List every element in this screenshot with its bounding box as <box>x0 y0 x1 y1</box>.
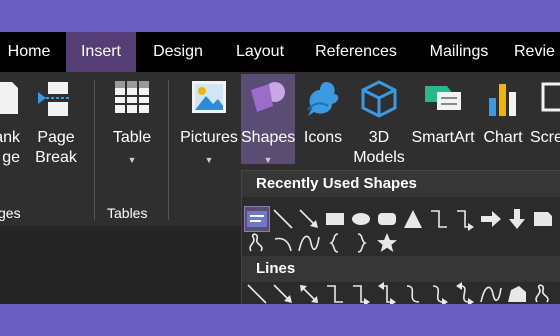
screenshot-icon <box>541 80 560 120</box>
tab-home[interactable]: Home <box>0 32 58 72</box>
tab-layout[interactable]: Layout <box>226 32 294 72</box>
smartart-button[interactable]: SmartArt <box>408 78 478 168</box>
group-separator <box>94 80 95 220</box>
tab-review[interactable]: Revie <box>514 32 560 72</box>
bar-chart-icon <box>487 80 519 122</box>
table-button[interactable]: Table ▼ <box>104 78 160 188</box>
tab-design[interactable]: Design <box>145 32 211 72</box>
blank-page-icon <box>0 80 18 120</box>
icons-button[interactable]: Icons <box>298 78 348 168</box>
shape-curvedarrow-icon[interactable] <box>427 282 451 304</box>
shape-arrowline-icon[interactable] <box>297 207 321 231</box>
tab-mailings[interactable]: Mailings <box>418 32 500 72</box>
3d-models-label-1: 3D <box>368 129 390 146</box>
page-break-label-1: Page <box>37 129 75 146</box>
pictures-label: Pictures <box>180 129 238 146</box>
screenshot-label: Scre <box>530 129 560 146</box>
icons-label: Icons <box>303 129 343 146</box>
3d-models-button[interactable]: 3D Models <box>350 78 408 178</box>
page-break-icon <box>38 80 74 124</box>
cube-icon <box>361 80 397 124</box>
shape-rightbrace-icon[interactable] <box>349 231 373 255</box>
shape-oval-icon[interactable] <box>349 207 373 231</box>
shape-curve-icon[interactable] <box>297 231 321 255</box>
smartart-label: SmartArt <box>411 129 475 146</box>
chart-label: Chart <box>483 129 523 146</box>
shape-rect-icon[interactable] <box>323 207 347 231</box>
page-break-button[interactable]: Page Break <box>28 78 84 178</box>
chart-button[interactable]: Chart <box>480 78 526 168</box>
shape-line-icon[interactable] <box>271 207 295 231</box>
lines-heading: Lines <box>242 256 560 282</box>
shape-elbow-icon[interactable] <box>427 207 451 231</box>
chevron-down-icon: ▼ <box>263 155 273 165</box>
shape-scribble2-icon[interactable] <box>531 282 555 304</box>
ribbon-tab-bar: Home Insert Design Layout References Mai… <box>0 32 560 72</box>
shape-elbowdouble-icon[interactable] <box>375 282 399 304</box>
3d-models-label-2: Models <box>353 149 405 166</box>
word-window: Home Insert Design Layout References Mai… <box>0 32 560 304</box>
shapes-gallery-dropdown: Recently Used Shapes Lines <box>241 170 560 304</box>
shape-curveddouble-icon[interactable] <box>453 282 477 304</box>
shape-elbowline-icon[interactable] <box>323 282 347 304</box>
tab-references[interactable]: References <box>309 32 403 72</box>
shape-triangle-icon[interactable] <box>401 207 425 231</box>
table-label: Table <box>112 129 152 146</box>
shape-doublearrow-icon[interactable] <box>297 282 321 304</box>
shape-scribble-icon[interactable] <box>245 231 269 255</box>
pages-group-label: ges <box>0 205 21 221</box>
shapes-label: Shapes <box>241 129 296 146</box>
shape-roundrect-icon[interactable] <box>375 207 399 231</box>
shape-rightarrow-icon[interactable] <box>479 207 503 231</box>
chevron-down-icon: ▼ <box>204 155 214 165</box>
pictures-button[interactable]: Pictures ▼ <box>178 78 240 188</box>
shape-elbowarrow-icon[interactable] <box>453 207 477 231</box>
shape-textbox-icon[interactable] <box>244 206 270 232</box>
shape-freeform-icon[interactable] <box>505 282 529 304</box>
smartart-icon <box>423 80 463 120</box>
table-icon <box>114 80 150 120</box>
shapes-button[interactable]: Shapes ▼ <box>241 74 296 165</box>
recently-used-shapes-heading: Recently Used Shapes <box>242 171 560 197</box>
shape-curved-icon[interactable] <box>401 282 425 304</box>
blank-page-button[interactable]: ank ge <box>0 78 20 178</box>
shape-curve2-icon[interactable] <box>479 282 503 304</box>
bird-icon <box>304 80 342 124</box>
shape-leftbrace-icon[interactable] <box>323 231 347 255</box>
shape-elbowarrow2-icon[interactable] <box>349 282 373 304</box>
screenshot-button[interactable]: Scre <box>530 78 560 168</box>
shape-arc-icon[interactable] <box>271 231 295 255</box>
shapes-icon <box>249 80 287 122</box>
shape-pentagon-icon[interactable] <box>531 207 555 231</box>
tab-insert[interactable]: Insert <box>66 32 136 72</box>
group-separator <box>168 80 169 220</box>
shape-line2-icon[interactable] <box>245 282 269 304</box>
shape-downarrow-icon[interactable] <box>505 207 529 231</box>
page-break-label-2: Break <box>35 149 77 166</box>
chevron-down-icon: ▼ <box>127 155 137 165</box>
shape-star-icon[interactable] <box>375 231 399 255</box>
tables-group-label: Tables <box>107 205 148 221</box>
shape-arrowline-icon[interactable] <box>271 282 295 304</box>
picture-icon <box>191 80 227 120</box>
blank-page-label-2: ge <box>2 149 20 166</box>
blank-page-label-1: ank <box>0 129 20 146</box>
